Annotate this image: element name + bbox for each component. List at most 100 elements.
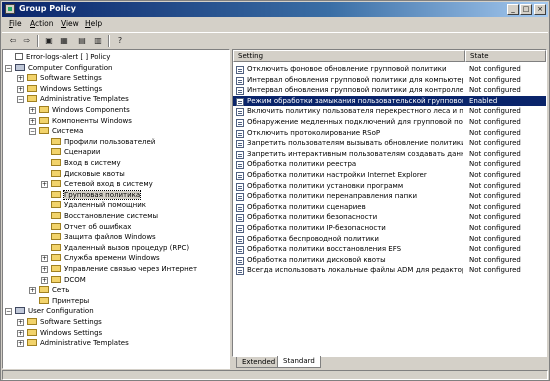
setting-state: Not configured (469, 234, 521, 243)
menu-action[interactable]: Action (30, 19, 54, 29)
tree-item[interactable]: + Сетевой вход в систему (41, 179, 153, 190)
table-row[interactable]: Обработка политики сценариев Not configur… (233, 202, 546, 213)
title-bar[interactable]: Group Policy _ □ × (2, 2, 548, 17)
tree-item[interactable]: Восстановление системы (41, 211, 158, 222)
menu-help[interactable]: Help (85, 19, 102, 29)
tab-extended[interactable]: Extended (236, 357, 282, 368)
close-button[interactable]: × (534, 4, 546, 15)
tree-item[interactable]: Удаленный помощник (41, 200, 146, 211)
show-tree-icon[interactable]: ▦ (58, 35, 70, 46)
collapse-icon[interactable]: − (5, 308, 12, 316)
tree-item-label: DCOM (64, 275, 86, 284)
table-row[interactable]: Обработка политики перенаправления папки… (233, 191, 546, 202)
table-row[interactable]: Обработка беспроводной политики Not confi… (233, 234, 546, 245)
tab-standard[interactable]: Standard (277, 356, 321, 368)
table-row[interactable]: Интервал обновления групповой политики д… (233, 85, 546, 96)
tree-item[interactable]: Отчет об ошибках (41, 222, 131, 233)
forward-arrow-icon[interactable]: ⇨ (21, 35, 33, 46)
expand-icon[interactable]: + (41, 181, 48, 189)
expand-icon[interactable]: + (17, 319, 24, 326)
tree-item[interactable]: Групповая политика (41, 189, 142, 201)
table-row[interactable]: Отключить фоновое обновление групповой п… (233, 64, 546, 75)
tree-item[interactable]: Защита файлов Windows (41, 232, 156, 243)
table-row[interactable]: Обработка политики реестра Not configured (233, 159, 546, 170)
menu-view[interactable]: View (61, 19, 79, 29)
folder-icon (39, 296, 49, 304)
tree-item[interactable]: Профили пользователей (41, 137, 155, 148)
tree-item[interactable]: + Administrative Templates (17, 338, 129, 349)
collapse-icon[interactable]: − (5, 64, 12, 72)
table-row[interactable]: Обработка политики настройки Internet Ex… (233, 170, 546, 181)
back-arrow-icon[interactable]: ⇦ (7, 35, 19, 46)
column-header-state[interactable]: State (465, 50, 546, 62)
tree-item[interactable]: + Служба времени Windows (41, 253, 160, 264)
menu-file[interactable]: File (9, 19, 22, 29)
table-row[interactable]: Обработка политики безопасности Not confi… (233, 212, 546, 223)
up-folder-icon[interactable]: ▣ (43, 35, 55, 46)
setting-name: Обработка политики настройки Internet Ex… (247, 171, 427, 179)
tree-item[interactable]: + Windows Components (29, 105, 130, 116)
tree-item[interactable]: + Windows Settings (17, 84, 102, 95)
tree-item-label: Защита файлов Windows (64, 233, 156, 242)
table-row[interactable]: Обработка политики установки программ Not… (233, 181, 546, 192)
expand-icon[interactable]: + (29, 117, 36, 125)
folder-icon (51, 190, 61, 198)
minimize-button[interactable]: _ (507, 4, 519, 15)
expand-icon[interactable]: + (29, 107, 36, 114)
tree-item[interactable]: Вход в систему (41, 158, 121, 169)
tree-item[interactable]: + Сеть (29, 285, 69, 296)
table-row[interactable]: Обработка политики дисковой квоты Not con… (233, 255, 546, 266)
export-list-icon[interactable]: ▤ (76, 35, 88, 46)
table-row[interactable]: Включить политику пользователя перекрест… (233, 106, 546, 117)
tree-item-label: Профили пользователей (64, 137, 156, 146)
tree-item-label: Windows Settings (40, 84, 103, 93)
expand-icon[interactable]: + (41, 255, 48, 263)
table-row[interactable]: Отключить протоколирование RSoP Not confi… (233, 128, 546, 139)
expand-icon[interactable]: + (41, 276, 48, 284)
maximize-button[interactable]: □ (520, 4, 532, 15)
expand-icon[interactable]: + (41, 266, 48, 273)
tree-item[interactable]: + Software Settings (17, 73, 102, 84)
tree-item[interactable]: Сценарии (41, 147, 100, 158)
expand-icon[interactable]: + (17, 340, 24, 348)
tree-item[interactable]: + Windows Settings (17, 328, 102, 339)
table-row[interactable]: Интервал обновления групповой политики д… (233, 75, 546, 86)
collapse-icon[interactable]: − (17, 96, 24, 104)
table-row[interactable]: Обнаружение медленных подключений для гр… (233, 117, 546, 128)
folder-icon (51, 275, 61, 283)
setting-state: Not configured (469, 202, 521, 211)
settings-list-pane[interactable]: Setting State Отключить фоновое обновлен… (232, 49, 547, 357)
expand-icon[interactable]: + (29, 287, 36, 295)
table-row[interactable]: Обработка политики IP-безопасности Not co… (233, 223, 546, 234)
tree-item[interactable]: + Управление связью через Интернет (41, 264, 197, 275)
column-header-setting[interactable]: Setting (233, 50, 465, 62)
table-row[interactable]: Запретить пользователям вызывать обновле… (233, 138, 546, 149)
setting-name: Обработка политики реестра (247, 160, 357, 169)
tree-item[interactable]: − User Configuration (5, 306, 94, 317)
tree-item[interactable]: − Система (29, 126, 83, 137)
tree-item[interactable]: Дисковые квоты (41, 169, 125, 180)
folder-icon (51, 148, 61, 156)
table-row[interactable]: Всегда использовать локальные файлы ADM … (233, 265, 546, 276)
collapse-icon[interactable]: − (29, 128, 36, 136)
tree-item[interactable]: + DCOM (41, 275, 86, 286)
setting-state: Not configured (469, 160, 521, 169)
table-row[interactable]: Режим обработки замыкания пользовательск… (233, 95, 546, 107)
tree-item[interactable]: Error-logs-alert [ ] Policy (5, 52, 110, 63)
tree-item[interactable]: Удаленный вызов процедур (RPC) (41, 243, 189, 254)
tree-item[interactable]: − Administrative Templates (17, 94, 129, 105)
status-bar (2, 370, 548, 380)
tree-item[interactable]: + Компоненты Windows (29, 116, 132, 127)
policy-tree-pane[interactable]: Error-logs-alert [ ] Policy − Computer Con… (2, 49, 230, 369)
table-row[interactable]: Запретить интерактивным пользователям со… (233, 149, 546, 160)
expand-icon[interactable]: + (17, 329, 24, 337)
table-row[interactable]: Обработка политики восстановления EFS Not… (233, 244, 546, 255)
expand-icon[interactable]: + (17, 85, 24, 93)
tree-item[interactable]: Принтеры (29, 296, 89, 307)
tree-item[interactable]: + Software Settings (17, 317, 102, 328)
help-icon[interactable]: ? (114, 35, 126, 46)
properties-icon[interactable]: ▥ (92, 35, 104, 46)
tree-item-label: Удаленный помощник (64, 201, 147, 210)
expand-icon[interactable]: + (17, 75, 24, 83)
tree-item[interactable]: − Computer Configuration (5, 63, 113, 74)
